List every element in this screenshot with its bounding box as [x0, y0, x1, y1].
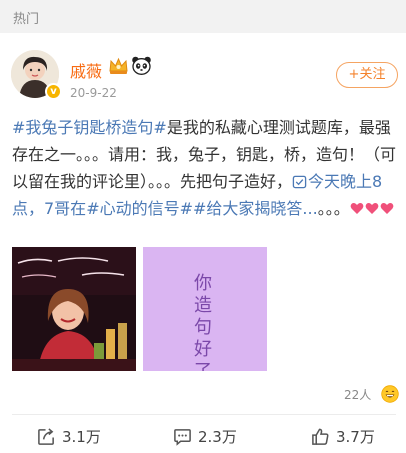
hashtag-link[interactable]: #我兔子钥匙桥造句#: [12, 118, 167, 137]
like-count: 3.7万: [336, 427, 375, 446]
section-title: 热门: [13, 12, 40, 27]
hashtag-link[interactable]: #给大家揭晓答...: [193, 199, 318, 218]
comment-icon: [174, 428, 191, 446]
post-body-text: 。。。: [317, 199, 350, 218]
section-header: 热门: [0, 0, 406, 33]
heart-icon: [380, 203, 394, 214]
heart-icon: [365, 203, 379, 214]
repost-button[interactable]: 3.1万: [37, 425, 101, 447]
post-text: #我兔子钥匙桥造句#是我的私藏心理测试题库，最强存在之一。。。请用：我，兔子，钥…: [12, 114, 396, 222]
image-card-text: 你造句好了: [194, 273, 213, 371]
comment-count: 2.3万: [198, 427, 237, 446]
like-icon: [312, 428, 329, 445]
follow-button[interactable]: +关注: [336, 62, 398, 88]
divider: [12, 414, 396, 415]
crown-icon: [108, 56, 129, 76]
comment-button[interactable]: 2.3万: [173, 425, 237, 447]
avatar[interactable]: v: [11, 50, 62, 100]
post-image-photo[interactable]: [12, 247, 136, 371]
like-button[interactable]: 3.7万: [311, 425, 375, 447]
verified-badge: v: [45, 83, 62, 100]
calendar-check-icon: [292, 175, 307, 189]
panda-icon: [131, 55, 152, 76]
heart-icon: [350, 203, 364, 214]
liker-count: 22人: [344, 388, 372, 402]
post-image-text-card[interactable]: 你造句好了: [143, 247, 267, 371]
repost-count: 3.1万: [62, 427, 101, 446]
grin-emoji-icon[interactable]: [381, 385, 399, 403]
post-date: 20-9-22: [70, 86, 117, 100]
author-name[interactable]: 戚薇: [70, 58, 102, 82]
hashtag-link[interactable]: #心动的信号#: [86, 199, 193, 218]
repost-icon: [38, 427, 54, 445]
